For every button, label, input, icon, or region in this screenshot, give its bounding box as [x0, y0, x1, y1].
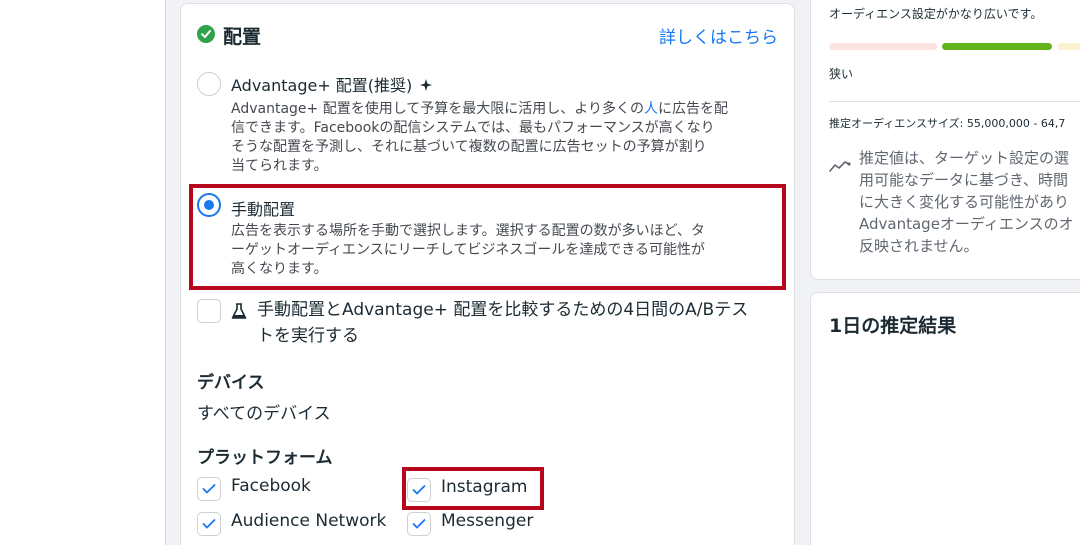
- divider: [829, 101, 1080, 102]
- left-sidebar: [0, 0, 166, 545]
- platforms-heading: プラットフォーム: [197, 448, 333, 468]
- advantage-placement-option[interactable]: Advantage+ 配置(推奨) Advantage+ 配置を使用して予算を最…: [197, 70, 778, 186]
- platform-audience-network[interactable]: Audience Network: [197, 511, 397, 537]
- facebook-checkbox[interactable]: [197, 477, 221, 501]
- daily-results-card: 1日の推定結果: [810, 292, 1080, 545]
- ab-test-checkbox[interactable]: [197, 299, 221, 323]
- platform-facebook[interactable]: Facebook: [197, 476, 377, 502]
- gutter: [167, 0, 180, 545]
- narrow-label: 狭い: [829, 67, 854, 81]
- advantage-radio[interactable]: [197, 72, 221, 96]
- check-circle-icon: [197, 25, 215, 43]
- placement-header: 配置 詳しくはこちら: [197, 22, 778, 48]
- meter-broad-segment: [1057, 43, 1080, 50]
- daily-results-title: 1日の推定結果: [829, 315, 957, 337]
- devices-heading: デバイス: [197, 373, 265, 393]
- flask-icon: [231, 303, 247, 319]
- audience-network-checkbox[interactable]: [197, 512, 221, 536]
- messenger-checkbox[interactable]: [407, 512, 431, 536]
- check-icon: [202, 519, 216, 529]
- manual-highlight-box: [189, 184, 786, 290]
- placement-card: 配置 詳しくはこちら Advantage+ 配置(推奨) Advantage+ …: [180, 3, 795, 545]
- check-icon: [412, 519, 426, 529]
- estimated-audience-size: 推定オーディエンスサイズ: 55,000,000 - 64,7: [829, 117, 1066, 130]
- advantage-option-title: Advantage+ 配置(推奨): [231, 72, 433, 96]
- platform-label: Messenger: [441, 511, 534, 531]
- estimate-disclaimer: 推定値は、ターゲット設定の選 用可能なデータに基づき、時間 に大きく変化する可能…: [859, 149, 1074, 255]
- instagram-highlight-box: [402, 467, 544, 510]
- learn-more-link[interactable]: 詳しくはこちら: [659, 23, 778, 48]
- devices-value[interactable]: すべてのデバイス: [197, 399, 331, 424]
- platform-label: Facebook: [231, 476, 311, 496]
- advantage-option-description: Advantage+ 配置を使用して予算を最大限に活用し、より多くの人に広告を配…: [231, 101, 729, 174]
- trend-icon: [829, 161, 851, 172]
- sparkle-icon: [420, 79, 433, 91]
- platform-label: Audience Network: [231, 511, 387, 531]
- meter-defined-segment: [942, 43, 1052, 50]
- check-icon: [202, 484, 216, 494]
- meter-narrow-segment: [829, 43, 937, 50]
- audience-breadth-note: オーディエンス設定がかなり広いです。: [829, 7, 1043, 21]
- section-title: 配置: [223, 26, 262, 48]
- audience-definition-card: オーディエンス設定がかなり広いです。 狭い 推定オーディエンスサイズ: 55,0…: [810, 0, 1080, 280]
- ab-test-label: 手動配置とAdvantage+ 配置を比較するための4日間のA/Bテス トを実行…: [257, 300, 749, 346]
- platform-messenger[interactable]: Messenger: [407, 511, 587, 537]
